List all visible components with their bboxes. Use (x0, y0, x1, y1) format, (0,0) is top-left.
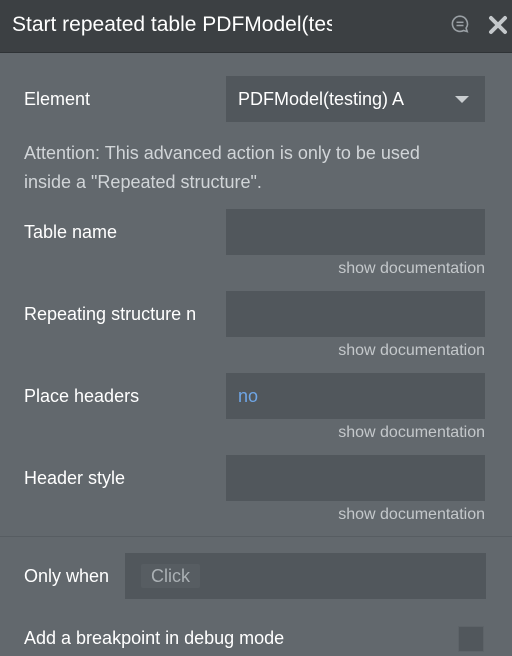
panel-title: Start repeated table PDFModel(testing) A (12, 13, 332, 36)
only-when-label: Only when (24, 566, 110, 586)
debug-breakpoint-label: Add a breakpoint in debug mode (24, 628, 285, 648)
header-style-label: Header style (24, 468, 126, 488)
attention-note: Attention: This advanced action is only … (24, 143, 420, 192)
place-headers-doc-link[interactable]: show documentation (338, 423, 485, 443)
header-style-doc-link[interactable]: show documentation (338, 505, 485, 525)
table-name-label: Table name (24, 222, 118, 242)
repeating-structure-input[interactable] (226, 291, 485, 337)
place-headers-value: no (238, 386, 259, 406)
action-properties-panel: Start repeated table PDFModel(testing) A… (0, 0, 512, 656)
place-headers-dropdown[interactable]: no (226, 373, 485, 419)
panel-header: Start repeated table PDFModel(testing) A (0, 0, 512, 53)
debug-breakpoint-checkbox[interactable] (458, 626, 484, 652)
element-label: Element (24, 89, 91, 109)
comment-icon[interactable] (450, 14, 470, 34)
only-when-condition-input[interactable]: Click (125, 553, 486, 599)
element-dropdown-value: PDFModel(testing) A (238, 89, 405, 109)
condition-placeholder[interactable]: Click (141, 564, 200, 588)
element-dropdown[interactable]: PDFModel(testing) A (226, 76, 485, 122)
table-name-input[interactable] (226, 209, 485, 255)
close-icon[interactable] (488, 15, 508, 35)
place-headers-label: Place headers (24, 386, 140, 406)
table-name-doc-link[interactable]: show documentation (338, 259, 485, 279)
chevron-down-icon (455, 96, 469, 103)
section-divider (0, 536, 512, 537)
repeating-structure-doc-link[interactable]: show documentation (338, 341, 485, 361)
repeating-structure-label: Repeating structure n (24, 304, 197, 324)
header-style-input[interactable] (226, 455, 485, 501)
